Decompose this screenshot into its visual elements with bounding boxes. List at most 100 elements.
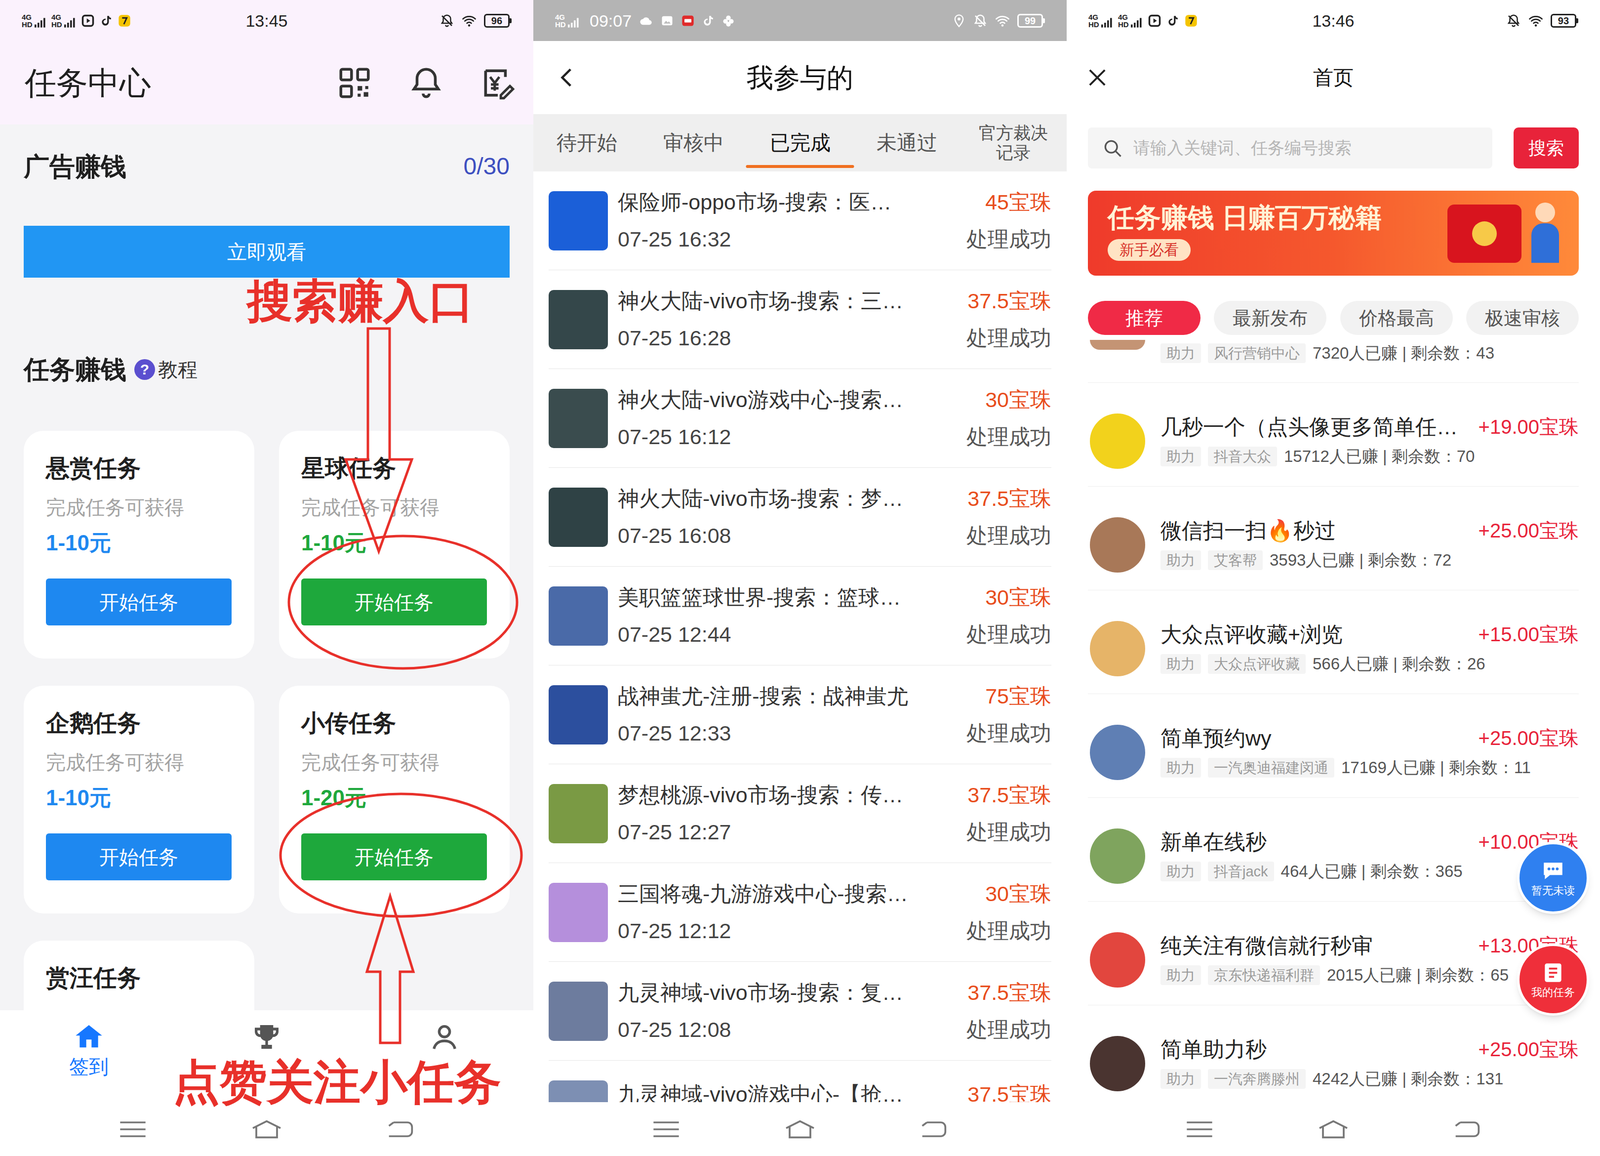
row-title-line: 简单预约wy+25.00宝珠: [1160, 726, 1579, 749]
task-record-row[interactable]: 三国将魂-九游游戏中心-搜索…07-25 12:1230宝珠处理成功: [548, 862, 1052, 962]
row-content: 助力风行营销中心7320人已赚 | 剩余数：43: [1160, 343, 1495, 363]
task-card[interactable]: 赏汪任务: [23, 940, 255, 1010]
filter-chip[interactable]: 极速审核: [1466, 300, 1579, 335]
tutorial-link[interactable]: ?教程: [134, 357, 198, 382]
yen-edit-icon[interactable]: [479, 64, 517, 102]
search-button[interactable]: 搜索: [1513, 127, 1579, 169]
status-bar: 4GHD4GHD13:4693: [1066, 0, 1600, 41]
trophy-icon: [250, 1020, 283, 1053]
bell-icon[interactable]: [407, 64, 445, 102]
task-record-row[interactable]: 九灵神域-vivo市场-搜索：复…07-25 12:0837.5宝珠处理成功: [548, 961, 1052, 1061]
task-avatar: [1089, 1035, 1146, 1091]
floating-icon-holder: [1539, 858, 1567, 883]
task-record-row[interactable]: 神火大陆-vivo市场-搜索：梦…07-25 16:0837.5宝珠处理成功: [548, 467, 1052, 567]
search-field[interactable]: [1087, 127, 1493, 169]
task-record-row[interactable]: 九灵神域-vivo游戏中心-【抢…37.5宝珠: [548, 1060, 1052, 1102]
task-avatar: [1089, 339, 1146, 350]
task-record-row[interactable]: 战神蚩尤-注册-搜索：战神蚩尤07-25 12:3375宝珠处理成功: [548, 665, 1052, 764]
filter-chip[interactable]: 推荐: [1087, 300, 1201, 335]
menu-icon[interactable]: [646, 1115, 686, 1143]
clock: 09:07: [589, 10, 632, 31]
section-title: 广告赚钱: [23, 151, 127, 182]
promo-banner[interactable]: 任务赚钱 日赚百万秘籍新手必看: [1087, 190, 1579, 276]
chat-icon: [1539, 858, 1567, 883]
start-task-button[interactable]: 开始任务: [301, 578, 487, 626]
task-row[interactable]: 大众点评收藏+浏览+15.00宝珠助力大众点评收藏566人已赚 | 剩余数：26: [1087, 590, 1579, 694]
task-row[interactable]: 纯关注有微信就行秒审+13.00宝珠助力京东快递福利群2015人已赚 | 剩余数…: [1087, 901, 1579, 1005]
filter-tab[interactable]: 官方裁决记录: [960, 114, 1067, 172]
watch-now-button[interactable]: 立即观看: [23, 225, 510, 278]
highlight-ellipse: [280, 793, 522, 917]
task-status: 处理成功: [966, 719, 1052, 747]
start-task-button[interactable]: 开始任务: [45, 578, 232, 626]
menu-icon[interactable]: [113, 1115, 153, 1143]
task-row[interactable]: 助力风行营销中心7320人已赚 | 剩余数：43: [1087, 339, 1579, 383]
close-icon[interactable]: [1084, 64, 1111, 91]
task-title: 简单助力秒: [1160, 1038, 1267, 1060]
filter-chip[interactable]: 价格最高: [1340, 300, 1453, 335]
chip-label: 极速审核: [1484, 306, 1560, 330]
task-title: 梦想桃源-vivo市场-搜索：传…: [617, 780, 957, 809]
button-label: 立即观看: [227, 240, 307, 264]
app-icon: [548, 882, 608, 942]
row-meta-line: 助力一汽奥迪福建闵通17169人已赚 | 剩余数：11: [1160, 757, 1579, 778]
floating-label: 暂无未读: [1531, 883, 1575, 897]
start-task-button[interactable]: 开始任务: [301, 833, 487, 880]
back-chevron-icon[interactable]: [555, 62, 580, 93]
task-row[interactable]: 微信扫一扫🔥秒过+25.00宝珠助力艾客帮3593人已赚 | 剩余数：72: [1087, 486, 1579, 591]
battery-level: 99: [1017, 13, 1043, 28]
task-card[interactable]: 悬赏任务完成任务可获得1-10元开始任务: [23, 430, 255, 659]
task-status: 处理成功: [966, 817, 1052, 846]
task-row[interactable]: 新单在线秒+10.00宝珠助力抖音jack464人已赚 | 剩余数：365: [1087, 797, 1579, 902]
qr-code-icon[interactable]: [336, 64, 373, 102]
home-icon[interactable]: [1313, 1115, 1354, 1143]
signal-bars-icon: [64, 17, 77, 29]
signal-bars-icon: [1130, 17, 1143, 29]
task-row[interactable]: 几秒一个（点头像更多简单任…+19.00宝珠助力抖音大众15712人已赚 | 剩…: [1087, 382, 1579, 487]
task-record-row[interactable]: 梦想桃源-vivo市场-搜索：传…07-25 12:2737.5宝珠处理成功: [548, 763, 1052, 863]
row-meta-line: 助力大众点评收藏566人已赚 | 剩余数：26: [1160, 653, 1579, 674]
page-header: 任务中心: [0, 40, 534, 125]
participated-screen: 4GHD09:0799我参与的待开始审核中已完成未通过官方裁决记录保险师-opp…: [533, 0, 1067, 1156]
card-subtitle: 完成任务可获得: [45, 495, 185, 520]
back-icon[interactable]: [1447, 1115, 1487, 1143]
filter-chip[interactable]: 最新发布: [1213, 300, 1327, 335]
task-title: 几秒一个（点头像更多简单任…: [1160, 415, 1458, 438]
menu-icon[interactable]: [1179, 1115, 1220, 1143]
task-row[interactable]: 简单助力秒+25.00宝珠助力一汽奔腾滕州4242人已赚 | 剩余数：131: [1087, 1004, 1579, 1102]
task-record-row[interactable]: 神火大陆-vivo市场-搜索：三…07-25 16:2837.5宝珠处理成功: [548, 270, 1052, 369]
task-record-row[interactable]: 神火大陆-vivo游戏中心-搜索…07-25 16:1230宝珠处理成功: [548, 368, 1052, 468]
start-task-button[interactable]: 开始任务: [45, 833, 232, 880]
wifi-icon: [1527, 13, 1544, 29]
floating-button[interactable]: 暂无未读: [1517, 841, 1590, 914]
task-card[interactable]: 星球任务完成任务可获得1-10元开始任务: [279, 430, 510, 659]
back-icon[interactable]: [914, 1115, 954, 1143]
home-icon[interactable]: [246, 1115, 287, 1143]
filter-tab[interactable]: 已完成: [746, 114, 854, 172]
task-record-row[interactable]: 美职篮篮球世界-搜索：篮球…07-25 12:4430宝珠处理成功: [548, 566, 1052, 666]
floating-button[interactable]: 我的任务: [1517, 943, 1590, 1016]
envelope-seal: [1472, 221, 1497, 246]
tab-label: 签到: [69, 1054, 109, 1079]
tab-bar-item[interactable]: 签到: [0, 1009, 178, 1102]
participated-page: 4GHD09:0799我参与的待开始审核中已完成未通过官方裁决记录保险师-opp…: [533, 0, 1067, 1156]
search-input[interactable]: [1133, 135, 1479, 161]
task-avatar: [1089, 620, 1146, 677]
task-source: 艾客帮: [1207, 550, 1263, 570]
chip-label: 最新发布: [1232, 306, 1308, 330]
task-row[interactable]: 简单预约wy+25.00宝珠助力一汽奥迪福建闵通17169人已赚 | 剩余数：1…: [1087, 693, 1579, 798]
annotation-marks: [0, 0, 534, 1156]
filter-tab[interactable]: 待开始: [533, 114, 640, 172]
task-record-row[interactable]: 保险师-oppo市场-搜索：医…07-25 16:3245宝珠处理成功: [548, 171, 1052, 271]
page-title: 首页: [1145, 65, 1521, 90]
back-icon[interactable]: [380, 1115, 421, 1143]
task-card[interactable]: 企鹅任务完成任务可获得1-10元开始任务: [23, 685, 255, 914]
filter-tab[interactable]: 审核中: [640, 114, 747, 172]
home-icon[interactable]: [780, 1115, 820, 1143]
filter-tab[interactable]: 未通过: [853, 114, 960, 172]
down-arrow-icon: [345, 328, 412, 552]
task-stats: 2015人已赚 | 剩余数：65: [1326, 964, 1509, 985]
task-card[interactable]: 小传任务完成任务可获得1-20元开始任务: [279, 685, 510, 914]
task-card-grid: 悬赏任务完成任务可获得1-10元开始任务星球任务完成任务可获得1-10元开始任务…: [0, 430, 534, 1010]
task-status: 处理成功: [966, 323, 1052, 352]
